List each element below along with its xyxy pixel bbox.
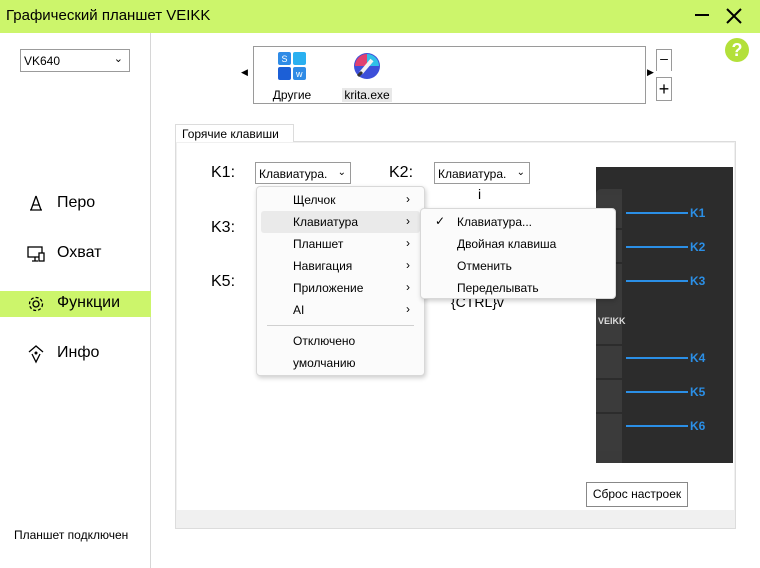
close-icon [726,8,742,24]
chevron-right-icon: › [406,258,410,272]
pen-icon [30,195,42,211]
tablet-key-label: K4 [690,351,706,365]
sidebar-item-pen[interactable]: Перо [0,191,151,217]
menu-item-label: Приложение [293,281,364,295]
sidebar-item-coverage[interactable]: Охват [0,241,151,267]
menu-item-label: Щелчок [293,193,336,207]
key-label-k5: K5: [211,273,236,290]
chevron-down-icon: ⌄ [337,167,346,178]
app-item-others[interactable]: S w Другие [264,51,320,102]
submenu-item-redo[interactable]: Переделывать [425,277,611,299]
menu-item-disabled[interactable]: Отключено [261,330,420,352]
tablet-key-label: K6 [690,419,706,433]
tab-hotkeys[interactable]: Горячие клавиши [175,124,294,142]
close-button[interactable] [720,3,748,29]
sidebar-item-label: Инфо [57,344,100,361]
submenu-item-label: Переделывать [457,281,539,295]
menu-item-tablet[interactable]: Планшет › [261,233,420,255]
krita-icon [354,53,380,79]
tablet-key-label: K3 [690,274,706,288]
menu-item-ai[interactable]: AI › [261,299,420,321]
monitor-icon [27,246,45,262]
tablet-key-label: K2 [690,240,706,254]
tablet-brand: VEIKK [598,316,626,326]
k2-action-select[interactable]: Клавиатура. ⌄ [434,162,530,184]
connection-status: Планшет подключен [14,528,129,542]
menu-item-label: Планшет [293,237,344,251]
menu-divider [267,325,414,326]
sidebar-item-label: Функции [57,294,121,311]
minimize-icon [695,14,709,17]
menu-item-application[interactable]: Приложение › [261,277,420,299]
window-title: Графический планшет VEIKK [6,7,211,24]
k1-action-value: Клавиатура. [259,167,328,181]
menu-item-click[interactable]: Щелчок › [261,189,420,211]
app-label: krita.exe [342,88,392,102]
sidebar-item-label: Охват [57,244,102,261]
chevron-right-icon: › [406,302,410,316]
device-select-value: VK640 [24,54,61,68]
k2-key-value: i [478,186,482,202]
key-label-k1: K1: [211,164,236,181]
reset-button[interactable]: Сброс настроек [586,482,688,507]
submenu-item-double-key[interactable]: Двойная клавиша [425,233,611,255]
tablet-key-label: K1 [690,206,706,220]
submenu-item-label: Клавиатура... [457,215,532,229]
chevron-right-icon: › [406,214,410,228]
menu-item-navigation[interactable]: Навигация › [261,255,420,277]
scroll-left-icon[interactable]: ◀ [241,67,248,78]
submenu-item-label: Отменить [457,259,512,273]
menu-item-label: Клавиатура [293,215,358,229]
key-label-k2: K2: [389,164,414,181]
check-icon: ✓ [435,214,446,228]
menu-item-label: умолчанию [293,356,356,370]
chevron-right-icon: › [406,236,410,250]
menu-item-label: AI [293,303,305,317]
scroll-right-icon[interactable]: ▶ [647,67,654,78]
submenu-item-keyboard[interactable]: ✓ Клавиатура... [425,211,611,233]
submenu-item-label: Двойная клавиша [457,237,557,251]
app-label: Другие [272,88,312,102]
sidebar-item-functions[interactable]: Функции [0,291,151,317]
info-icon [28,345,44,364]
menu-item-label: Навигация [293,259,353,273]
tablet-image: VEIKK K1 K2 K3 K4 K5 K6 [596,167,733,463]
menu-item-default[interactable]: умолчанию [261,352,420,374]
svg-text:S: S [282,54,288,64]
menu-item-label: Отключено [293,334,356,348]
minimize-button[interactable] [688,3,716,29]
help-icon[interactable]: ? [725,38,749,62]
chevron-right-icon: › [406,280,410,294]
keyboard-submenu: ✓ Клавиатура... Двойная клавиша Отменить… [420,208,616,299]
add-app-button[interactable]: + [656,77,672,101]
chevron-down-icon: ⌄ [113,53,123,65]
sidebar-item-label: Перо [57,194,96,211]
sidebar-item-info[interactable]: Инфо [0,341,151,367]
device-select[interactable]: VK640 ⌄ [20,49,130,72]
submenu-item-undo[interactable]: Отменить [425,255,611,277]
k1-action-select[interactable]: Клавиатура. ⌄ [255,162,351,184]
menu-item-keyboard[interactable]: Клавиатура › [261,211,420,233]
title-bar: Графический планшет VEIKK [0,0,760,33]
k2-action-value: Клавиатура. [438,167,507,181]
context-menu: Щелчок › Клавиатура › Планшет › Навигация › … [256,186,425,376]
tablet-key-label: K5 [690,385,706,399]
svg-text:w: w [295,69,303,79]
chevron-down-icon: ⌄ [516,167,525,178]
apps-grid-icon: S w [278,52,306,80]
key-label-k3: K3: [211,219,236,236]
chevron-right-icon: › [406,192,410,206]
remove-app-button[interactable]: – [656,49,672,71]
sidebar: VK640 ⌄ Перо Охват Функции Инфо Планшет … [0,33,151,568]
gear-icon [28,296,44,312]
app-item-krita[interactable]: krita.exe [339,51,395,102]
